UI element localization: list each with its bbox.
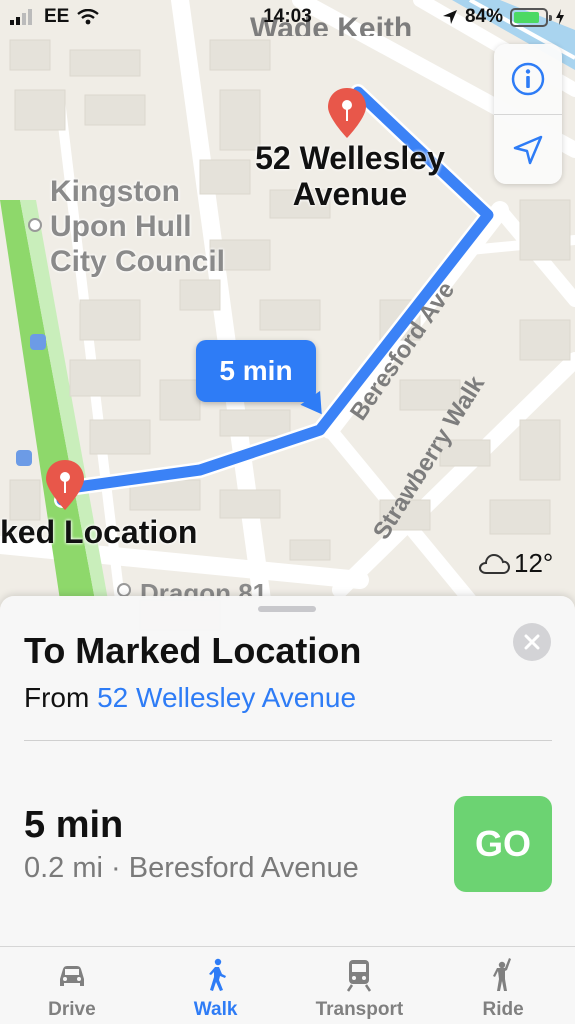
go-button-label: GO <box>474 823 531 864</box>
tab-ride[interactable]: Ride <box>431 947 575 1024</box>
from-place-link[interactable]: 52 Wellesley Avenue <box>97 682 356 713</box>
map-label-council: Kingston Upon Hull City Council <box>50 175 226 278</box>
walk-icon <box>208 958 226 991</box>
from-prefix: From <box>24 682 90 713</box>
sheet-divider <box>24 740 552 741</box>
charging-bolt-icon <box>556 9 564 25</box>
close-button[interactable] <box>513 623 551 661</box>
info-icon <box>511 62 545 96</box>
map-label-origin: ked Location <box>0 514 198 550</box>
directions-title: To Marked Location <box>24 630 362 671</box>
origin-pin-icon[interactable] <box>42 458 88 512</box>
battery-percent: 84% <box>464 6 503 27</box>
tab-label: Walk <box>193 999 238 1020</box>
tab-label: Ride <box>482 999 524 1020</box>
destination-pin-icon[interactable] <box>324 86 370 140</box>
current-location-button[interactable] <box>494 114 562 184</box>
tab-walk[interactable]: Walk <box>144 947 288 1024</box>
tab-drive[interactable]: Drive <box>0 947 144 1024</box>
map-info-button[interactable] <box>494 44 562 114</box>
go-button[interactable]: GO <box>454 796 552 892</box>
location-arrow-icon <box>513 135 543 164</box>
location-services-icon <box>442 10 457 24</box>
directions-from: From 52 Wellesley Avenue <box>24 682 356 714</box>
cloud-icon <box>478 553 510 574</box>
route-duration: 5 min <box>24 804 124 846</box>
battery-icon <box>510 7 552 27</box>
transport-mode-tabbar: Drive Walk Transport Ride <box>0 946 575 1024</box>
sheet-grabber[interactable] <box>258 606 316 612</box>
ride-icon <box>493 958 512 991</box>
tab-transport[interactable]: Transport <box>288 947 432 1024</box>
map-controls <box>494 44 562 184</box>
weather-indicator: 12° <box>478 548 553 579</box>
weather-temperature: 12° <box>514 548 554 578</box>
route-time-callout[interactable]: 5 min <box>196 340 316 402</box>
close-icon <box>524 634 540 650</box>
route-details: 0.2 mi · Beresford Avenue <box>24 852 359 884</box>
tab-label: Drive <box>48 999 96 1020</box>
train-icon <box>347 960 372 992</box>
battery-level <box>514 11 540 23</box>
route-time-callout-label: 5 min <box>219 355 293 386</box>
status-bar: EE 14:03 84% <box>0 0 575 34</box>
tab-label: Transport <box>315 999 404 1020</box>
map-label-destination: 52 Wellesley Avenue <box>255 140 445 212</box>
map-label-poi: Dragon 81 <box>140 578 268 598</box>
car-icon <box>59 966 84 986</box>
